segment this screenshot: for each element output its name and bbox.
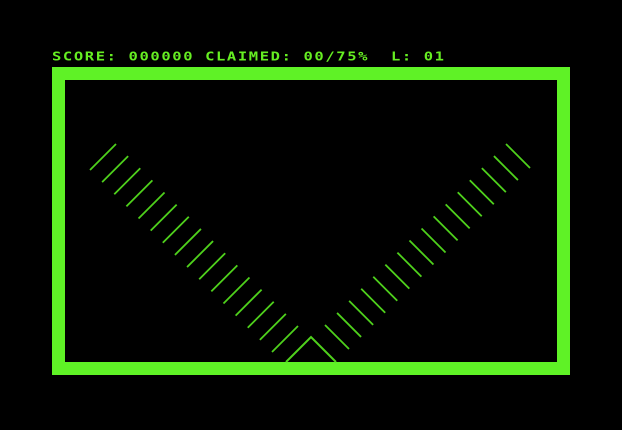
hatch-segment — [396, 251, 423, 278]
game-screen: SCORE: 000000 CLAIMED: 00/75% L: 01 — [0, 0, 622, 430]
hatch-segment — [113, 167, 141, 195]
hatch-segment — [445, 203, 471, 229]
hatch-segment — [125, 179, 154, 208]
hatch-segment — [324, 324, 350, 350]
playfield — [52, 67, 570, 375]
hatch-segment — [247, 301, 275, 329]
hatch-segment — [469, 179, 495, 205]
hatch-segment — [432, 215, 459, 242]
playfield-border — [52, 67, 570, 375]
hatch-segment — [493, 155, 519, 181]
hatch-segment — [271, 325, 299, 353]
hatch-segment — [186, 240, 214, 268]
hatch-segment — [372, 276, 398, 302]
hatch-segment — [137, 191, 166, 220]
hatch-segment — [222, 276, 251, 305]
hatch-segment — [481, 167, 507, 193]
qix-trail-left — [89, 143, 299, 353]
hatch-segment — [198, 252, 226, 280]
hatch-segment — [259, 313, 287, 341]
qix-trail-right — [324, 143, 531, 350]
hatch-segment — [210, 264, 238, 292]
hatch-segment — [384, 264, 410, 290]
triangle-marker-icon — [285, 335, 337, 363]
hatch-segment — [89, 143, 117, 171]
hatch-segment — [150, 204, 178, 232]
hatch-segment — [174, 228, 202, 256]
hatch-segment — [408, 239, 435, 266]
hatch-segment — [457, 191, 483, 217]
hatch-segment — [420, 227, 447, 254]
hatch-segment — [348, 300, 374, 326]
hatch-segment — [162, 216, 190, 244]
hatch-segment — [101, 155, 129, 183]
hatch-segment — [336, 312, 362, 338]
hatch-segment — [505, 143, 531, 169]
hatch-segment — [234, 288, 263, 317]
hatch-segment — [360, 288, 386, 314]
